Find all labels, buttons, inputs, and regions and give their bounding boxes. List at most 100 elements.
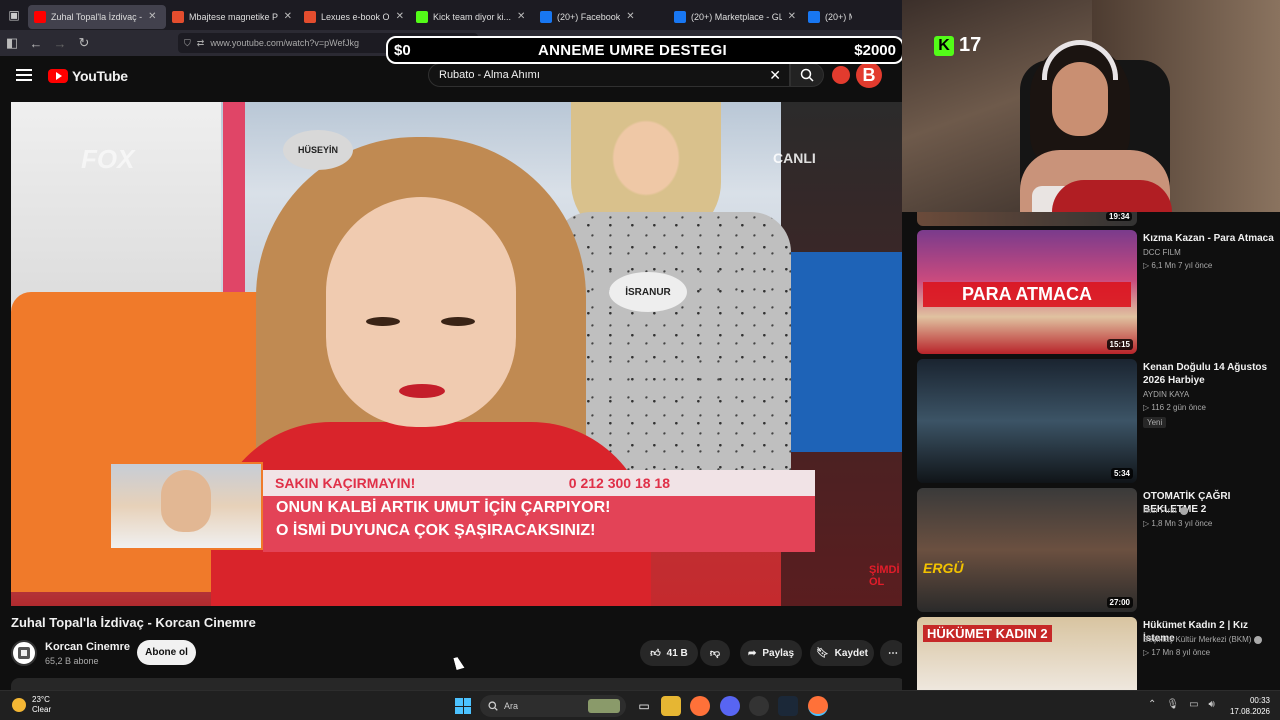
close-tab-icon[interactable]: ✕ [284, 11, 292, 22]
video-woman-eye [366, 317, 400, 326]
reload-icon[interactable]: ↻ [72, 31, 96, 55]
facebook-icon [808, 10, 820, 23]
youtube-icon [34, 10, 46, 23]
firefox-active-icon[interactable] [808, 696, 828, 716]
microphone-icon[interactable]: 🎙︎ [1166, 699, 1179, 710]
rec-channel[interactable]: İlker Fırat [1143, 506, 1188, 515]
rec-thumbnail[interactable]: ERGÜ 27:00 [917, 488, 1137, 612]
subscriber-count: 65,2 B abone [45, 656, 99, 666]
rec-channel-name: DCC FILM [1143, 248, 1181, 257]
fox-logo: FOX [81, 144, 135, 174]
b-extension-icon[interactable]: B [856, 62, 882, 88]
50-icon [172, 10, 184, 23]
live-label: CANLI [773, 150, 816, 166]
rec-thumbnail[interactable]: PARA ATMACA 15:15 [917, 230, 1137, 354]
app-icon[interactable] [749, 696, 769, 716]
clear-search-icon[interactable]: ✕ [769, 67, 781, 84]
share-button[interactable]: ➦ Paylaş [740, 640, 802, 666]
new-badge: Yeni [1143, 417, 1167, 428]
viewer-count: 17 [959, 34, 982, 56]
close-tab-icon[interactable]: ✕ [517, 11, 525, 22]
network-icon[interactable]: ▭ [1189, 699, 1198, 710]
volume-icon[interactable]: 🔊︎ [1209, 699, 1215, 710]
rec-thumbnail[interactable]: HÜKÜMET KADIN 2 [917, 617, 1137, 690]
kick-icon [416, 10, 428, 23]
video-player[interactable]: HÜSEYİN İSRANUR FOX CANLI SAKIN KAÇIRMAY… [11, 102, 902, 606]
dislike-button[interactable]: 👎︎ [700, 640, 730, 666]
rec-thumbnail-text: HÜKÜMET KADIN 2 [923, 625, 1052, 642]
video-woman-lips [399, 384, 445, 398]
browser-tab[interactable]: Kick team diyor ki... ✕ [410, 5, 534, 29]
steam-icon[interactable] [778, 696, 798, 716]
facebook-icon [674, 10, 686, 23]
channel-avatar[interactable] [11, 640, 37, 666]
taskbar-search[interactable]: Ara [480, 695, 626, 717]
video-inset-face [161, 470, 211, 532]
clock[interactable]: 00:33 17.08.2026 [1228, 695, 1270, 717]
youtube-logo[interactable]: YouTube [48, 68, 128, 84]
rec-channel[interactable]: Beşiktaş Kültür Merkezi (BKM) [1143, 635, 1263, 644]
channel-logo-icon [18, 647, 30, 659]
sidebar-toggle-icon[interactable]: ◧ [0, 31, 24, 55]
rec-title[interactable]: Kızma Kazan - Para Atmaca [1143, 232, 1278, 245]
task-view-icon[interactable]: ▭ [634, 696, 654, 716]
thumbs-down-icon: 👎︎ [709, 648, 721, 659]
rec-duration: 5:34 [1110, 468, 1133, 479]
browser-tab[interactable]: Lexues e-book Onyx Boox ✕ [298, 5, 410, 29]
rec-item[interactable]: 5:34 Kenan Doğulu 14 Ağustos 2026 Harbiye… [917, 359, 1280, 483]
rec-duration: 19:34 [1106, 212, 1133, 221]
channel-name[interactable]: Korcan Cinemre [45, 641, 130, 653]
file-explorer-icon[interactable] [661, 696, 681, 716]
weather-widget[interactable]: 23°C Clear [12, 695, 51, 715]
start-icon[interactable] [455, 698, 471, 714]
close-tab-icon[interactable]: ✕ [626, 11, 634, 22]
verified-icon [1179, 506, 1188, 515]
browser-tab[interactable]: (20+) Marke [802, 5, 858, 29]
donation-goal-overlay: $0 ANNEME UMRE DESTEGI $2000 [386, 36, 904, 64]
rec-meta: ▷ 1,8 Mn 3 yıl önce [1143, 519, 1213, 528]
rec-thumbnail-partial[interactable] [917, 212, 1137, 226]
tab-title: (20+) Marketplace - GLA 20 [691, 11, 782, 22]
save-button[interactable]: 🔖︎ Kaydet [810, 640, 874, 666]
search-button[interactable] [790, 63, 824, 87]
forward-icon[interactable]: → [48, 31, 72, 55]
tab-overview-icon[interactable]: ▣ [0, 0, 28, 30]
firefox-icon[interactable] [690, 696, 710, 716]
weather-condition: Clear [32, 705, 52, 714]
rec-title[interactable]: Kenan Doğulu 14 Ağustos 2026 Harbiye [1143, 361, 1278, 387]
discord-icon[interactable] [720, 696, 740, 716]
browser-tab-strip: ▣ Zuhal Topal'la İzdivaç - ✕ Mbajtese magn… [0, 0, 902, 30]
close-tab-icon[interactable]: ✕ [148, 11, 156, 22]
webcam-red-pillow [1052, 180, 1172, 212]
extension-badge-icon[interactable] [832, 66, 850, 84]
tab-title: Kick team diyor ki... [433, 11, 512, 22]
rec-channel[interactable]: AYDIN KAYA [1143, 390, 1189, 399]
tab-title: Mbajtese magnetike PULU [189, 11, 278, 22]
chevron-up-icon[interactable]: ⌃ [1148, 699, 1156, 710]
like-button[interactable]: 👍︎ 41 B [640, 640, 698, 666]
back-icon[interactable]: ← [24, 31, 48, 55]
subscribe-button[interactable]: Abone ol [137, 640, 196, 665]
clock-date: 17.08.2026 [1229, 707, 1270, 716]
rec-item[interactable]: PARA ATMACA 15:15 Kızma Kazan - Para Atmac… [917, 230, 1280, 354]
search-input[interactable]: Rubato - Alma Ahımı ✕ [428, 63, 790, 87]
share-icon: ➦ [747, 647, 757, 659]
youtube-logo-text: YouTube [72, 68, 128, 84]
menu-icon[interactable] [16, 69, 32, 81]
browser-tab[interactable]: Mbajtese magnetike PULU ✕ [166, 5, 298, 29]
browser-tab[interactable]: Zuhal Topal'la İzdivaç - ✕ [28, 4, 166, 29]
temperature: 23°C [32, 695, 50, 704]
browser-tab[interactable]: (20+) Facebook ✕ [534, 5, 668, 29]
rec-item[interactable]: ERGÜ 27:00 OTOMATİK ÇAĞRI BEKLETME 2 İlker … [917, 488, 1280, 612]
rec-item[interactable]: HÜKÜMET KADIN 2 Hükümet Kadın 2 | Kız İst… [917, 617, 1280, 690]
description-box[interactable] [11, 678, 906, 690]
close-tab-icon[interactable]: ✕ [788, 11, 796, 22]
rec-channel[interactable]: DCC FILM [1143, 248, 1181, 257]
mouse-cursor-icon [453, 656, 465, 670]
browser-tab[interactable]: (20+) Marketplace - GLA 20 ✕ [668, 5, 802, 29]
close-tab-icon[interactable]: ✕ [396, 11, 404, 22]
rec-thumbnail[interactable]: 5:34 [917, 359, 1137, 483]
recommendations-sidebar: 19:34 PARA ATMACA 15:15 Kızma Kazan - Para… [902, 212, 1280, 690]
rec-thumbnail-text: PARA ATMACA [923, 282, 1131, 307]
like-count: 41 B [666, 647, 688, 659]
